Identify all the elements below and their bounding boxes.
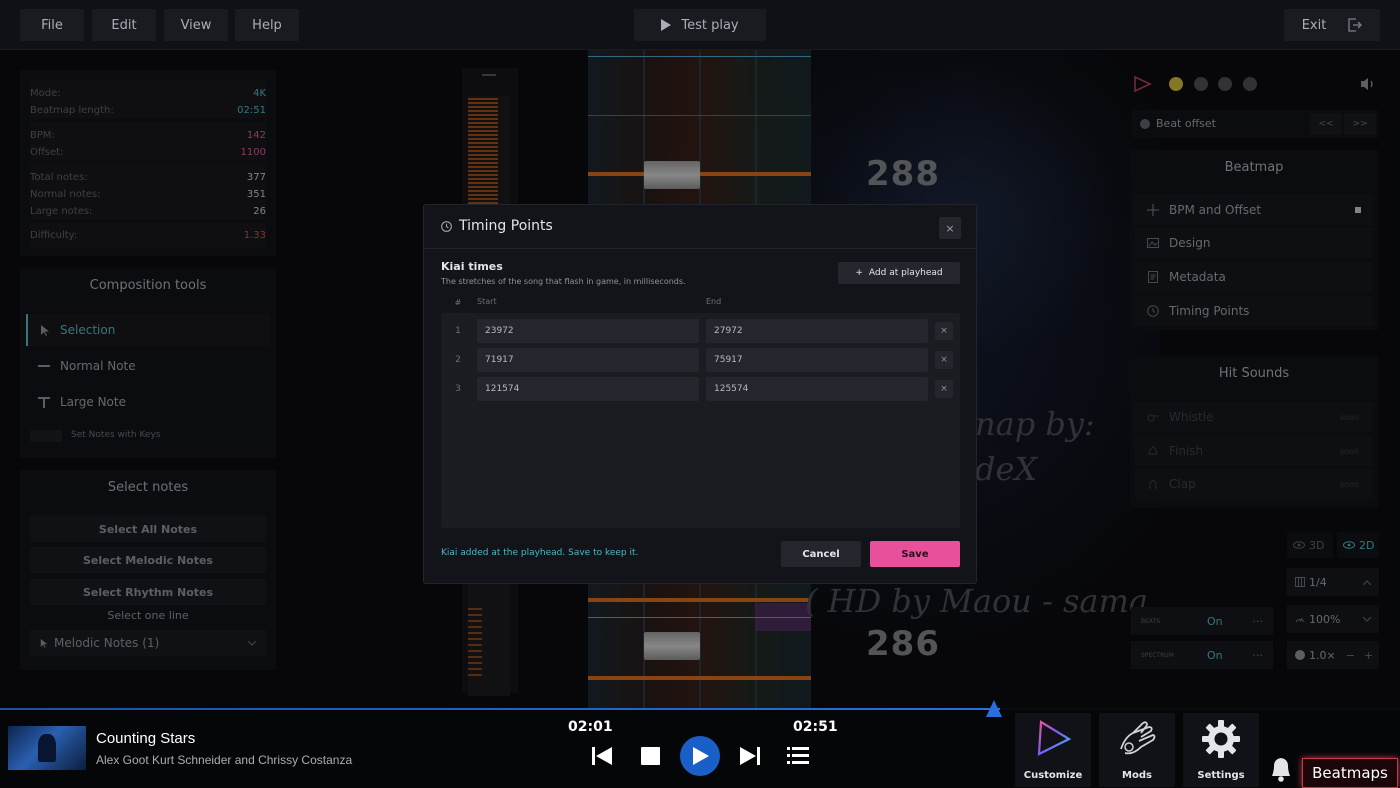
kiai-section-description: The stretches of the song that flash in …	[441, 277, 686, 286]
kiai-end-input[interactable]: 125574	[706, 377, 928, 401]
bell-icon[interactable]	[1268, 755, 1294, 783]
cancel-button[interactable]: Cancel	[781, 541, 861, 567]
status-message: Kiai added at the playhead. Save to keep…	[441, 548, 639, 558]
play-button[interactable]	[680, 736, 720, 776]
timing-points-dialog: Timing Points × Kiai times The stretches…	[423, 204, 977, 584]
progress-cursor-icon[interactable]	[983, 698, 1005, 720]
menu-help[interactable]: Help	[235, 9, 299, 41]
test-play-button[interactable]: Test play	[634, 9, 766, 41]
remove-kiai-button[interactable]: ×	[935, 380, 953, 398]
kiai-start-input[interactable]: 71917	[477, 348, 699, 372]
clock-icon	[441, 221, 452, 232]
save-button[interactable]: Save	[870, 541, 960, 567]
remove-kiai-button[interactable]: ×	[935, 351, 953, 369]
album-art	[8, 726, 86, 770]
customize-triangle-icon	[1037, 720, 1072, 756]
gear-icon	[1202, 720, 1240, 758]
exit-button[interactable]: Exit	[1284, 9, 1380, 41]
kiai-end-input[interactable]: 75917	[706, 348, 928, 372]
row-index: 2	[455, 355, 461, 365]
mods-button[interactable]: Mods	[1099, 713, 1175, 787]
skip-next-icon[interactable]	[739, 746, 761, 766]
customize-label: Customize	[1023, 770, 1083, 781]
total-time: 02:51	[793, 719, 838, 735]
menu-view-label: View	[180, 17, 212, 33]
kiai-end-input[interactable]: 27972	[706, 319, 928, 343]
exit-label: Exit	[1301, 17, 1327, 33]
mods-label: Mods	[1122, 770, 1152, 781]
song-title: Counting Stars	[96, 730, 196, 747]
menu-edit[interactable]: Edit	[92, 9, 156, 41]
kiai-section-title: Kiai times	[441, 260, 503, 273]
test-play-label: Test play	[681, 17, 739, 33]
skip-previous-icon[interactable]	[591, 746, 613, 766]
remove-kiai-button[interactable]: ×	[935, 322, 953, 340]
dialog-header: Timing Points ×	[424, 205, 976, 249]
menu-edit-label: Edit	[111, 17, 137, 33]
beatmaps-button[interactable]: Beatmaps	[1302, 758, 1398, 788]
kiai-times-table: 1 23972 27972 × 2 71917 75917 × 3 121574…	[441, 313, 960, 528]
menu-help-label: Help	[252, 17, 282, 33]
mods-hand-icon	[1120, 721, 1156, 755]
settings-button[interactable]: Settings	[1183, 713, 1259, 787]
menu-view[interactable]: View	[164, 9, 228, 41]
row-index: 1	[455, 326, 461, 336]
song-artists: Alex Goot Kurt Schneider and Chrissy Cos…	[96, 753, 353, 767]
row-index: 3	[455, 384, 461, 394]
stop-icon[interactable]	[641, 747, 660, 765]
add-at-playhead-label: Add at playhead	[868, 268, 943, 278]
play-icon	[661, 19, 672, 31]
column-index-header: #	[454, 298, 462, 307]
album-art-figure	[38, 734, 56, 762]
playlist-icon[interactable]	[787, 747, 809, 765]
play-icon	[693, 747, 709, 765]
add-at-playhead-button[interactable]: + Add at playhead	[838, 262, 960, 284]
column-start-header: Start	[477, 297, 497, 306]
current-time: 02:01	[568, 719, 613, 735]
column-end-header: End	[706, 297, 722, 306]
settings-label: Settings	[1197, 770, 1245, 781]
customize-button[interactable]: Customize	[1015, 713, 1091, 787]
kiai-start-input[interactable]: 23972	[477, 319, 699, 343]
exit-icon	[1348, 18, 1363, 32]
top-menu-bar: File Edit View Help Test play Exit	[0, 0, 1400, 50]
playback-progress-bar[interactable]	[0, 708, 1000, 710]
menu-file[interactable]: File	[20, 9, 84, 41]
dialog-title: Timing Points	[459, 218, 553, 234]
plus-icon: +	[855, 268, 863, 278]
menu-file-label: File	[41, 17, 63, 33]
kiai-start-input[interactable]: 121574	[477, 377, 699, 401]
dialog-close-button[interactable]: ×	[939, 217, 961, 239]
